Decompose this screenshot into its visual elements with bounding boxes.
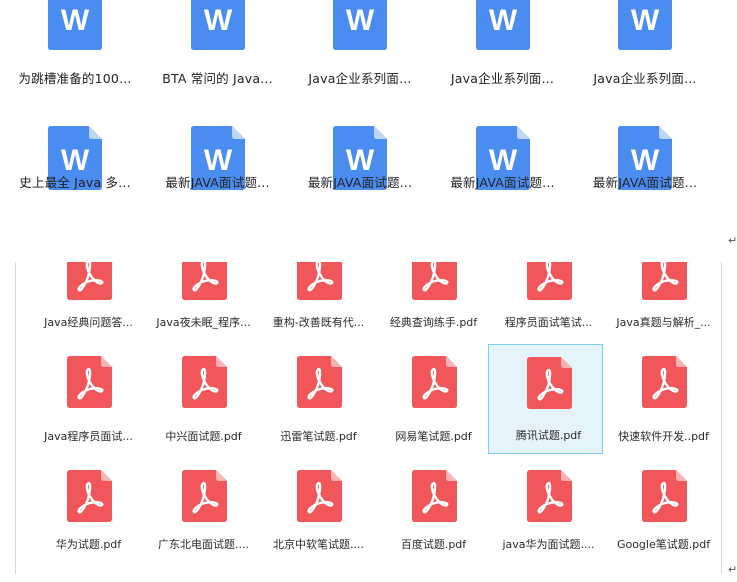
word-doc-icon: W [48, 0, 102, 50]
pdf-doc-icon [642, 262, 687, 300]
pdf-file-label: Java程序员面试... [44, 430, 133, 443]
word-file-item[interactable]: W Java企业系列面... [289, 0, 432, 94]
word-file-item[interactable]: W 最新JAVA面试题... [574, 94, 717, 234]
word-file-label: 史上最全 Java 多... [19, 175, 131, 190]
word-file-item[interactable]: W Java企业系列面... [574, 0, 717, 94]
pdf-doc-icon [182, 470, 227, 522]
pdf-file-item[interactable]: Java夜未眠_程序... [146, 262, 261, 342]
pdf-file-label: 广东北电面试题.... [158, 538, 249, 551]
word-file-label: BTA 常问的 Java... [162, 71, 273, 86]
pdf-file-label: 经典查询练手.pdf [389, 316, 478, 329]
pdf-file-grid: Java经典问题答... Java夜未眠_程序... 重构-改善既有代... 经… [31, 262, 721, 574]
svg-text:W: W [61, 4, 90, 37]
word-doc-icon: W [475, 0, 530, 50]
pdf-doc-icon [297, 356, 342, 408]
svg-text:W: W [346, 4, 375, 37]
word-file-grid: W 为跳槽准备的100... W BTA 常问的 Java... W Java企… [4, 0, 717, 234]
pdf-file-item[interactable]: 华为试题.pdf [31, 458, 146, 574]
pdf-doc-icon [297, 470, 342, 522]
word-file-label: 最新JAVA面试题... [450, 175, 555, 190]
pdf-doc-icon [67, 262, 112, 300]
pdf-doc-icon [67, 470, 112, 522]
pdf-file-item[interactable]: 北京中软笔试题.... [261, 458, 376, 574]
svg-text:W: W [488, 4, 517, 37]
pdf-file-item[interactable]: 快速软件开发..pdf [606, 342, 721, 458]
svg-text:W: W [203, 4, 232, 37]
pdf-doc-icon [182, 262, 227, 300]
word-file-item[interactable]: W 为跳槽准备的100... [4, 0, 147, 94]
pdf-doc-icon [412, 262, 457, 300]
pdf-file-item[interactable]: 广东北电面试题.... [146, 458, 261, 574]
word-file-item[interactable]: W BTA 常问的 Java... [147, 0, 290, 94]
pdf-file-label: 程序员面试笔试... [504, 316, 593, 329]
word-file-item[interactable]: W 最新JAVA面试题... [147, 94, 290, 234]
word-file-label: Java企业系列面... [308, 71, 412, 86]
pdf-file-label: 快速软件开发..pdf [618, 430, 709, 443]
word-file-label: 为跳槽准备的100... [18, 71, 132, 86]
pdf-file-item[interactable]: 迅雷笔试题.pdf [261, 342, 376, 458]
pdf-file-item[interactable]: 重构-改善既有代... [261, 262, 376, 342]
pdf-file-item[interactable]: 网易笔试题.pdf [376, 342, 491, 458]
pdf-file-label: 迅雷笔试题.pdf [280, 430, 357, 443]
pdf-file-label: Java真题与解析_... [616, 316, 711, 329]
pdf-doc-icon [412, 470, 457, 522]
pdf-file-label: 腾讯试题.pdf [515, 429, 582, 442]
pdf-doc-icon [527, 262, 572, 300]
pdf-file-item[interactable]: Google笔试题.pdf [606, 458, 721, 574]
word-file-label: Java企业系列面... [450, 71, 555, 86]
pdf-file-item-selected[interactable]: 腾讯试题.pdf [488, 344, 603, 454]
word-file-label: Java企业系列面... [593, 71, 697, 86]
word-doc-icon: W [333, 0, 387, 50]
paragraph-mark: ↵ [728, 234, 737, 247]
word-file-label: 最新JAVA面试题... [165, 175, 270, 190]
word-file-item[interactable]: W 最新JAVA面试题... [289, 94, 432, 234]
word-file-label: 最新JAVA面试题... [307, 175, 413, 190]
pdf-doc-icon [642, 470, 687, 522]
svg-text:W: W [631, 4, 660, 37]
pdf-file-label: Java夜未眠_程序... [156, 316, 251, 329]
pdf-doc-icon [182, 356, 227, 408]
word-file-item[interactable]: W 史上最全 Java 多... [4, 94, 147, 234]
pdf-file-item[interactable]: 经典查询练手.pdf [376, 262, 491, 342]
pdf-file-item[interactable]: Java程序员面试... [31, 342, 146, 458]
pdf-file-label: 百度试题.pdf [400, 538, 467, 551]
pdf-doc-icon [527, 357, 572, 409]
pdf-file-item[interactable]: Java真题与解析_... [606, 262, 721, 342]
pdf-doc-icon [642, 356, 687, 408]
pdf-file-label: 华为试题.pdf [55, 538, 122, 551]
word-file-item[interactable]: W 最新JAVA面试题... [432, 94, 575, 234]
pdf-file-item[interactable]: 百度试题.pdf [376, 458, 491, 574]
pdf-doc-icon [412, 356, 457, 408]
word-doc-icon: W [618, 0, 672, 50]
word-files-section: W 为跳槽准备的100... W BTA 常问的 Java... W Java企… [0, 0, 737, 250]
pdf-file-label: 北京中软笔试题.... [273, 538, 364, 551]
pdf-file-item[interactable]: Java经典问题答... [31, 262, 146, 342]
word-file-label: 最新JAVA面试题... [592, 175, 698, 190]
pdf-file-label: 网易笔试题.pdf [395, 430, 472, 443]
pdf-files-panel: Java经典问题答... Java夜未眠_程序... 重构-改善既有代... 经… [15, 262, 722, 574]
word-file-item[interactable]: W Java企业系列面... [432, 0, 575, 94]
pdf-file-item[interactable]: 中兴面试题.pdf [146, 342, 261, 458]
pdf-doc-icon [527, 470, 572, 522]
paragraph-mark: ↵ [728, 563, 737, 576]
pdf-file-label: java华为面试题.... [502, 538, 595, 551]
pdf-doc-icon [67, 356, 112, 408]
pdf-file-label: 重构-改善既有代... [272, 316, 365, 329]
word-doc-icon: W [190, 0, 245, 50]
pdf-file-label: Java经典问题答... [44, 316, 133, 329]
pdf-file-label: 中兴面试题.pdf [165, 430, 242, 443]
pdf-doc-icon [297, 262, 342, 300]
pdf-file-label: Google笔试题.pdf [616, 538, 711, 551]
pdf-file-item[interactable]: 程序员面试笔试... [491, 262, 606, 342]
pdf-file-item[interactable]: java华为面试题.... [491, 458, 606, 574]
